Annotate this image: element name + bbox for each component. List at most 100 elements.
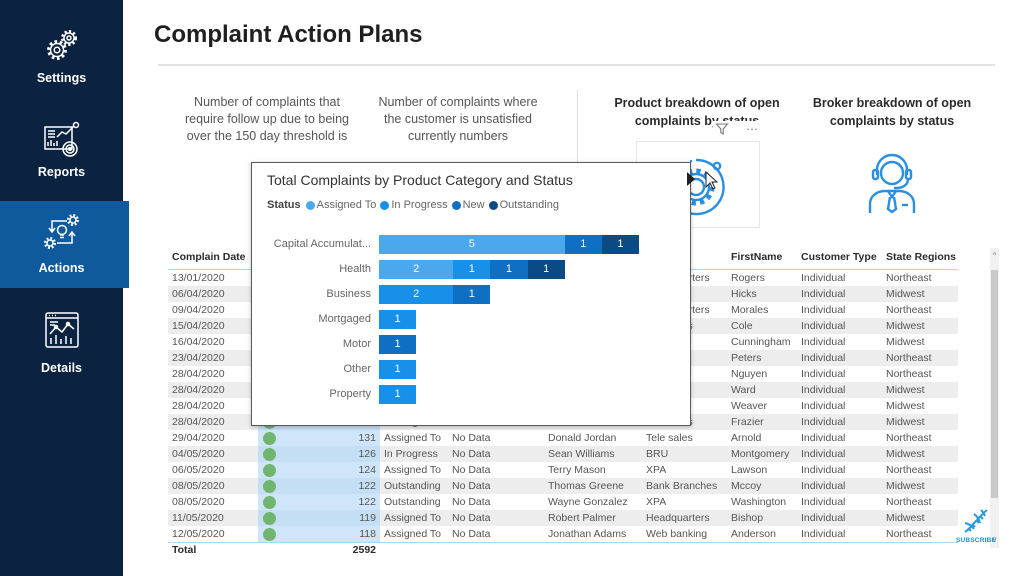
cell-customer-type: Individual [801,416,846,428]
legend-item[interactable]: New [451,199,485,211]
scroll-thumb[interactable] [991,270,998,498]
bar-segment[interactable]: 1 [379,384,417,404]
table-row[interactable]: 11/05/2020 119 Assigned To No Data Robert Pa… [168,510,958,526]
bar-segment[interactable]: 1 [379,359,417,379]
bar-segment[interactable]: 1 [601,234,639,254]
headset-agent-icon [868,153,916,214]
cell-indicator [258,510,280,526]
legend-dot-icon [305,200,315,210]
bar-segment[interactable]: 1 [527,259,565,279]
data-label: 2 [413,287,420,300]
status-indicator-icon [262,463,276,477]
cell-region: Midwest [886,288,925,300]
cell-date: 13/01/2020 [172,272,225,284]
cell-region: Northeast [886,352,932,364]
data-label: 1 [394,362,401,375]
column-header-first-name[interactable]: FirstName [727,247,797,269]
cell-name: Jonathan Adams [548,528,627,540]
sidebar-item-details[interactable]: Details [0,300,123,380]
data-label: 1 [468,287,475,300]
cell-indicator [258,494,280,510]
cell-name: Donald Jordan [548,432,617,444]
cell-region: Midwest [886,400,925,412]
cell-indicator [258,478,280,494]
table-row[interactable]: 12/05/2020 118 Assigned To No Data Jonathan … [168,526,958,542]
cell-status: In Progress [384,448,438,460]
legend-title: Status [267,199,301,211]
legend-item[interactable]: In Progress [380,199,448,211]
visual-header: ⋯ [713,121,761,137]
table-row[interactable]: 08/05/2020 122 Outstanding No Data Wayne Gon… [168,494,958,510]
status-indicator-icon [262,479,276,493]
bar-segment[interactable]: 5 [379,234,565,254]
sidebar-item-label: Settings [36,71,87,85]
bar-segment[interactable]: 1 [564,234,602,254]
cell-status: Outstanding [384,496,441,508]
sidebar-item-actions[interactable]: Actions [0,201,129,288]
cell-status: Assigned To [384,464,442,476]
cell-first-name: Cole [731,320,753,332]
cell-channel: Web banking [646,528,708,540]
legend-item[interactable]: Outstanding [488,199,559,211]
subscribe-badge[interactable]: SUBSCRIBE [955,506,997,546]
cell-name: Wayne Gonzalez [548,496,628,508]
bar-segment[interactable]: 2 [379,259,454,279]
cell-customer-type: Individual [801,480,846,492]
cell-first-name: Hicks [731,288,757,300]
legend-item[interactable]: Assigned To [305,199,376,211]
cell-name: Thomas Greene [548,480,624,492]
bar-segment[interactable]: 1 [490,259,528,279]
action-plan-icon [43,213,80,250]
cell-first-name: Ward [731,384,756,396]
cell-status: Assigned To [384,512,442,524]
bar-segment[interactable]: 1 [453,259,491,279]
cell-region: Northeast [886,496,932,508]
cell-indicator [258,446,280,462]
bar-segment[interactable]: 1 [379,309,417,329]
sidebar-item-label: Actions [38,261,85,275]
cell-region: Northeast [886,528,932,540]
cell-resolution: No Data [452,512,491,524]
cell-first-name: Bishop [731,512,764,524]
table-row[interactable]: 08/05/2020 122 Outstanding No Data Thomas Gr… [168,478,958,494]
more-options-icon[interactable]: ⋯ [745,122,759,136]
cell-value: 131 [280,430,380,446]
cell-region: Midwest [886,480,925,492]
dna-icon [964,509,988,533]
cell-first-name: Morales [731,304,769,316]
column-header-date[interactable]: Complain Date [168,247,258,269]
scroll-up-icon[interactable]: ^ [990,250,999,262]
cell-region: Northeast [886,272,932,284]
status-indicator-icon [262,527,276,541]
status-indicator-icon [262,431,276,445]
cell-date: 28/04/2020 [172,416,225,428]
table-row[interactable]: 06/05/2020 124 Assigned To No Data Terry Mas… [168,462,958,478]
bar-segment[interactable]: 2 [379,284,454,304]
cell-value: 122 [280,494,380,510]
legend-dot-icon [451,200,461,210]
cell-channel: XPA [646,464,667,476]
cell-date: 28/04/2020 [172,384,225,396]
bar-segment[interactable]: 1 [453,284,491,304]
cell-date: 08/05/2020 [172,480,225,492]
table-scrollbar[interactable]: ^ v [990,248,999,548]
table-row[interactable]: 29/04/2020 131 Assigned To No Data Donald Jo… [168,430,958,446]
cell-customer-type: Individual [801,384,846,396]
bar-segment[interactable]: 1 [379,334,417,354]
cell-region: Midwest [886,336,925,348]
cell-date: 06/04/2020 [172,288,225,300]
cell-customer-type: Individual [801,528,846,540]
cell-region: Midwest [886,320,925,332]
table-row[interactable]: 04/05/2020 126 In Progress No Data Sean Will… [168,446,958,462]
product-breakdown-title: Product breakdown of open complaints by … [614,96,780,128]
sidebar-item-settings[interactable]: Settings [0,15,123,95]
filter-icon[interactable] [715,122,729,136]
cell-date: 04/05/2020 [172,448,225,460]
sidebar-item-reports[interactable]: Reports [0,110,123,190]
cell-first-name: Lawson [731,464,768,476]
column-header-customer-type[interactable]: Customer Type [797,247,882,269]
cell-first-name: Rogers [731,272,765,284]
sidebar-item-label: Reports [37,165,86,179]
cell-date: 28/04/2020 [172,400,225,412]
column-header-region[interactable]: State Regions [882,247,958,269]
